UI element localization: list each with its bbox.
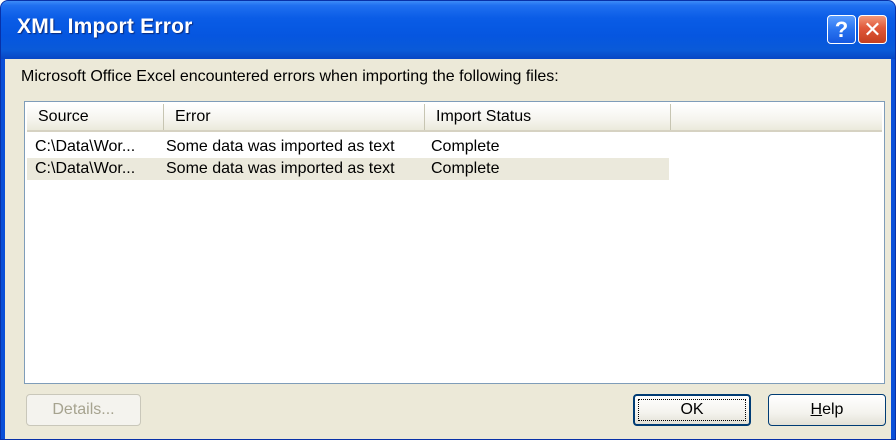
close-icon[interactable]: ✕ <box>858 15 887 44</box>
error-list[interactable]: Source Error Import Status C:\Data\Wor..… <box>24 101 885 384</box>
column-header-error[interactable]: Error <box>164 104 425 130</box>
column-header-source[interactable]: Source <box>27 104 164 130</box>
list-header: Source Error Import Status <box>27 104 882 132</box>
focus-rectangle <box>638 399 746 421</box>
cell-status: Complete <box>431 138 500 155</box>
help-glyph: ? <box>834 16 849 42</box>
help-button-label: elp <box>822 401 844 418</box>
details-button[interactable]: Details... <box>26 394 141 426</box>
column-header-filler <box>671 104 882 130</box>
ok-button[interactable]: OK <box>633 394 751 426</box>
column-header-import-status[interactable]: Import Status <box>425 104 671 130</box>
cell-source: C:\Data\Wor... <box>35 138 136 155</box>
table-row[interactable]: C:\Data\Wor... Some data was imported as… <box>27 158 669 180</box>
help-button[interactable]: Help <box>768 394 886 426</box>
dialog-body: Microsoft Office Excel encountered error… <box>5 59 891 439</box>
close-glyph: ✕ <box>863 16 882 42</box>
cell-source: C:\Data\Wor... <box>35 160 136 177</box>
help-icon[interactable]: ? <box>827 15 856 44</box>
cell-status: Complete <box>431 160 500 177</box>
table-row[interactable]: C:\Data\Wor... Some data was imported as… <box>27 136 669 158</box>
xml-import-error-dialog: XML Import Error ? ✕ Microsoft Office Ex… <box>0 0 896 440</box>
help-button-mnemonic: H <box>810 401 823 418</box>
title-bar[interactable]: XML Import Error ? ✕ <box>1 1 895 59</box>
cell-error: Some data was imported as text <box>166 160 395 177</box>
window-title: XML Import Error <box>17 15 193 38</box>
cell-error: Some data was imported as text <box>166 138 395 155</box>
error-message: Microsoft Office Excel encountered error… <box>21 68 559 85</box>
